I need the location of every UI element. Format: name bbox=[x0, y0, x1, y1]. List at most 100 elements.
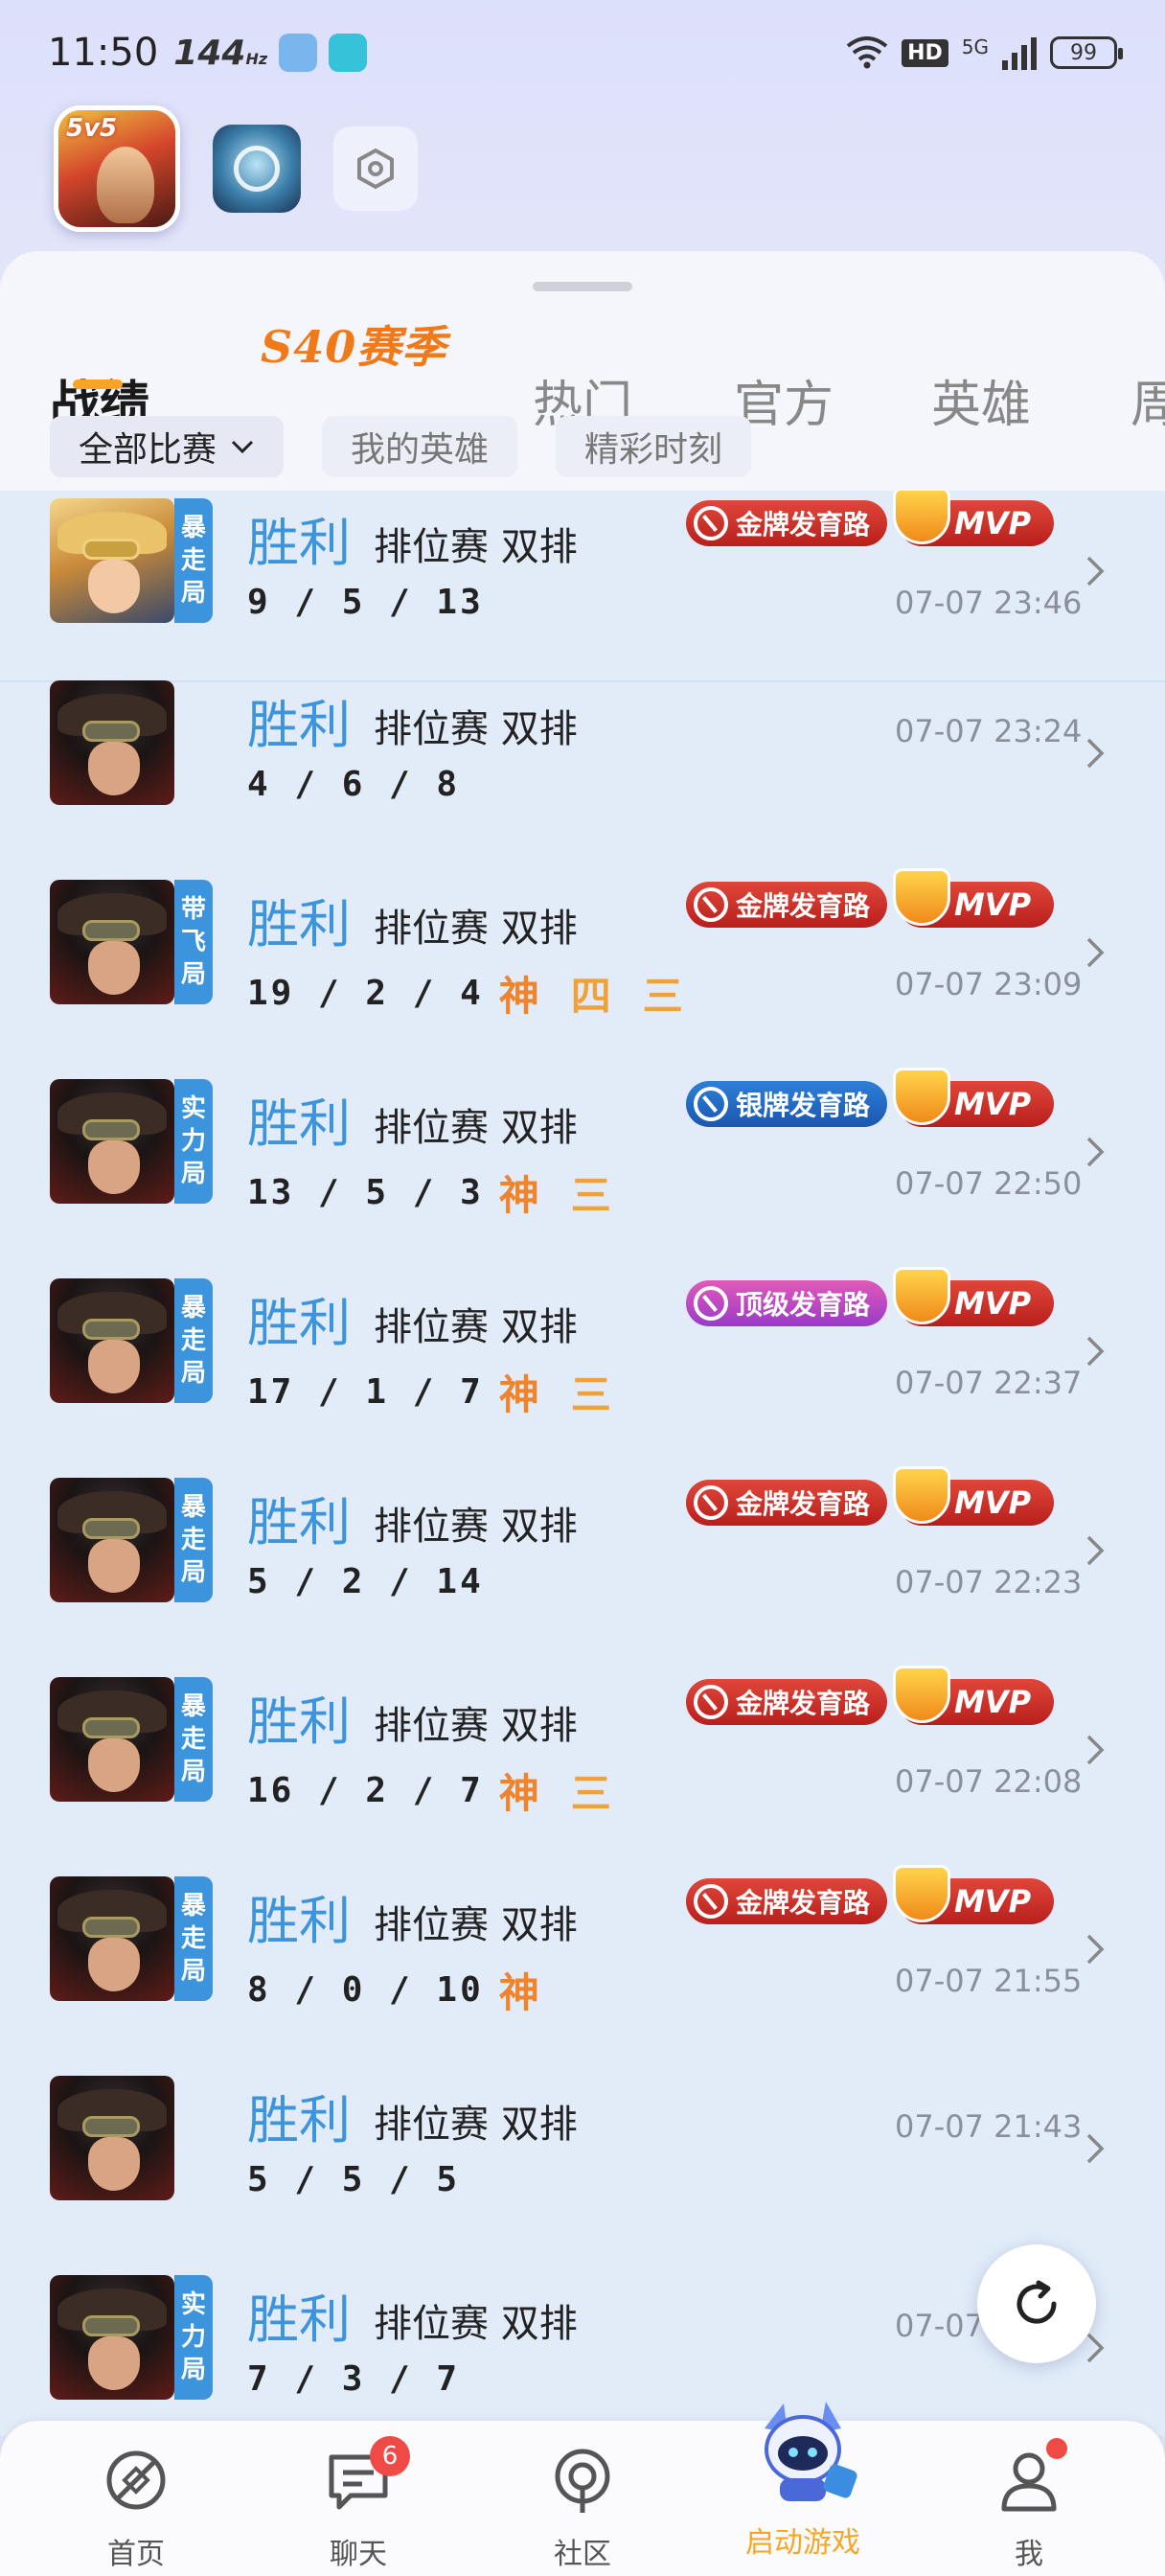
match-type-tag-char: 实 bbox=[180, 1094, 206, 1123]
chevron-right-icon bbox=[1086, 738, 1105, 769]
mvp-label: MVP bbox=[953, 1484, 1032, 1521]
match-kda: 4 / 6 / 8 bbox=[247, 765, 460, 804]
community-icon bbox=[555, 2449, 610, 2513]
game-icon-honor-of-kings[interactable]: 5v5 bbox=[54, 105, 180, 232]
match-type-tag-char: 走 bbox=[180, 1924, 206, 1953]
avatar-face bbox=[88, 1938, 140, 1991]
tab-heroes[interactable]: 英雄 bbox=[931, 364, 1031, 436]
match-row[interactable]: 胜利 排位赛 双排 5 / 5 / 5 07-07 21:43 bbox=[0, 2060, 1165, 2260]
match-result: 胜利 bbox=[247, 1891, 351, 1951]
match-time: 07-07 22:37 bbox=[895, 1365, 1083, 1401]
wifi-icon bbox=[846, 36, 888, 69]
profile-notification-dot bbox=[1046, 2438, 1067, 2459]
role-rank-badge-label: 金牌发育路 bbox=[736, 509, 871, 540]
match-badges: 金牌发育路 MVP bbox=[686, 1666, 1055, 1725]
match-type-tag-char: 走 bbox=[180, 1526, 206, 1554]
match-badges: 金牌发育路 MVP bbox=[686, 868, 1055, 928]
match-badges: 金牌发育路 MVP bbox=[686, 491, 1055, 546]
match-type-tag-char: 力 bbox=[180, 2323, 206, 2352]
achievement-mark: 神 bbox=[498, 1969, 542, 2016]
match-row[interactable]: 带飞局胜利 排位赛 双排 19 / 2 / 4 神四三金牌发育路 MVP 07-07 23… bbox=[0, 864, 1165, 1064]
kda-value: 17 / 1 / 7 bbox=[247, 1372, 484, 1412]
home-icon bbox=[106, 2450, 166, 2510]
avatar-face bbox=[88, 1539, 140, 1593]
nav-profile[interactable]: 我 bbox=[952, 2438, 1106, 2572]
kda-value: 8 / 0 / 10 bbox=[247, 1970, 484, 2010]
avatar-goggle bbox=[82, 1917, 140, 1938]
match-result: 胜利 bbox=[247, 1691, 351, 1752]
match-row[interactable]: 暴走局胜利 排位赛 双排 17 / 1 / 7 神三顶级发育路 MVP 07-07 22:… bbox=[0, 1263, 1165, 1462]
nav-home[interactable]: 首页 bbox=[59, 2444, 213, 2572]
role-rank-badge: 金牌发育路 bbox=[686, 1878, 888, 1924]
no-entry-icon bbox=[694, 1485, 728, 1520]
refresh-button[interactable] bbox=[977, 2244, 1096, 2363]
mvp-label: MVP bbox=[953, 1285, 1032, 1322]
filter-my-heroes[interactable]: 我的英雄 bbox=[322, 416, 518, 477]
hero-avatar bbox=[50, 1677, 174, 1802]
achievement-marks: 神三 bbox=[499, 1761, 614, 1820]
battery-level: 99 bbox=[1070, 40, 1097, 65]
nav-chat-label: 聊天 bbox=[330, 2538, 387, 2571]
match-row[interactable]: 暴走局胜利 排位赛 双排 5 / 2 / 14 金牌发育路 MVP 07-07 22:23 bbox=[0, 1462, 1165, 1662]
match-mode: 排位赛 双排 bbox=[374, 707, 578, 751]
achievement-mark: 三 bbox=[570, 1172, 614, 1219]
match-type-tag-char: 局 bbox=[180, 2356, 206, 2384]
avatar-goggle bbox=[82, 721, 140, 742]
filter-bar: 全部比赛 我的英雄 精彩时刻 bbox=[50, 416, 752, 477]
match-row[interactable]: 暴走局胜利 排位赛 双排 8 / 0 / 10 神金牌发育路 MVP 07-07 21:5… bbox=[0, 1861, 1165, 2060]
match-row[interactable]: 暴走局胜利 排位赛 双排 16 / 2 / 7 神三金牌发育路 MVP 07-07 22:… bbox=[0, 1662, 1165, 1861]
match-kda: 8 / 0 / 10 神 bbox=[247, 1961, 542, 2019]
match-row[interactable]: 实力局胜利 排位赛 双排 13 / 5 / 3 神三银牌发育路 MVP 07-07 22:… bbox=[0, 1064, 1165, 1263]
match-kda: 7 / 3 / 7 bbox=[247, 2359, 460, 2399]
match-row[interactable]: 胜利 排位赛 双排 4 / 6 / 8 07-07 23:24 bbox=[0, 665, 1165, 864]
match-result: 胜利 bbox=[247, 695, 351, 755]
match-time: 07-07 23:09 bbox=[895, 966, 1083, 1002]
chevron-down-icon bbox=[231, 440, 254, 454]
hero-face bbox=[97, 147, 154, 223]
mvp-badge: MVP bbox=[893, 1865, 1055, 1924]
cloud-app-icon bbox=[279, 34, 318, 72]
match-type-tag-char: 实 bbox=[180, 2290, 206, 2319]
mvp-badge: MVP bbox=[893, 868, 1055, 928]
filter-all-matches[interactable]: 全部比赛 bbox=[50, 416, 285, 477]
drag-handle[interactable] bbox=[533, 282, 632, 291]
avatar-face bbox=[88, 941, 140, 995]
game-settings-button[interactable] bbox=[333, 126, 418, 211]
match-type-tag: 暴走局 bbox=[174, 498, 213, 623]
match-type-tag-char: 走 bbox=[180, 1725, 206, 1754]
chevron-right-icon bbox=[1086, 937, 1105, 968]
match-type-tag-char: 走 bbox=[180, 1326, 206, 1355]
hero-avatar-wrap: 暴走局 bbox=[50, 1876, 213, 2001]
hd-badge: HD bbox=[902, 38, 948, 67]
refresh-rate-value: 144 bbox=[173, 33, 246, 73]
match-result: 胜利 bbox=[247, 513, 351, 573]
match-list: 暴走局胜利 排位赛 双排 9 / 5 / 13 金牌发育路 MVP 07-07 23:46… bbox=[0, 491, 1165, 2436]
nav-community[interactable]: 社区 bbox=[506, 2444, 659, 2572]
tab-week[interactable]: 周 bbox=[1131, 364, 1165, 436]
mvp-badge: MVP bbox=[893, 1466, 1055, 1526]
hero-avatar-wrap bbox=[50, 680, 213, 805]
trophy-icon bbox=[893, 868, 951, 926]
refresh-rate-unit: Hz bbox=[245, 49, 268, 68]
achievement-marks: 神三 bbox=[499, 1163, 614, 1222]
trophy-icon bbox=[893, 1466, 951, 1524]
role-rank-badge-label: 金牌发育路 bbox=[736, 890, 871, 922]
achievement-mark: 三 bbox=[570, 1371, 614, 1418]
no-entry-icon bbox=[694, 1884, 728, 1919]
filter-highlights[interactable]: 精彩时刻 bbox=[556, 416, 752, 477]
match-badges: 银牌发育路 MVP bbox=[686, 1068, 1055, 1127]
match-kda: 13 / 5 / 3 神三 bbox=[247, 1163, 614, 1222]
match-type-tag-char: 暴 bbox=[180, 514, 206, 542]
mvp-badge: MVP bbox=[893, 1267, 1055, 1326]
match-type-tag-char: 暴 bbox=[180, 1692, 206, 1721]
hero-avatar bbox=[50, 880, 174, 1004]
chevron-right-icon bbox=[1086, 2133, 1105, 2164]
no-entry-icon bbox=[694, 1685, 728, 1719]
tab-season[interactable]: S40赛季 bbox=[261, 312, 446, 376]
no-entry-icon bbox=[694, 887, 728, 922]
game-icon-secondary[interactable] bbox=[213, 125, 301, 213]
nav-launch-game[interactable]: 启动游戏 bbox=[726, 2402, 879, 2561]
hero-avatar bbox=[50, 1478, 174, 1602]
nav-chat[interactable]: 6 聊天 bbox=[282, 2436, 435, 2572]
match-row[interactable]: 暴走局胜利 排位赛 双排 9 / 5 / 13 金牌发育路 MVP 07-07 23:46 bbox=[0, 491, 1165, 682]
